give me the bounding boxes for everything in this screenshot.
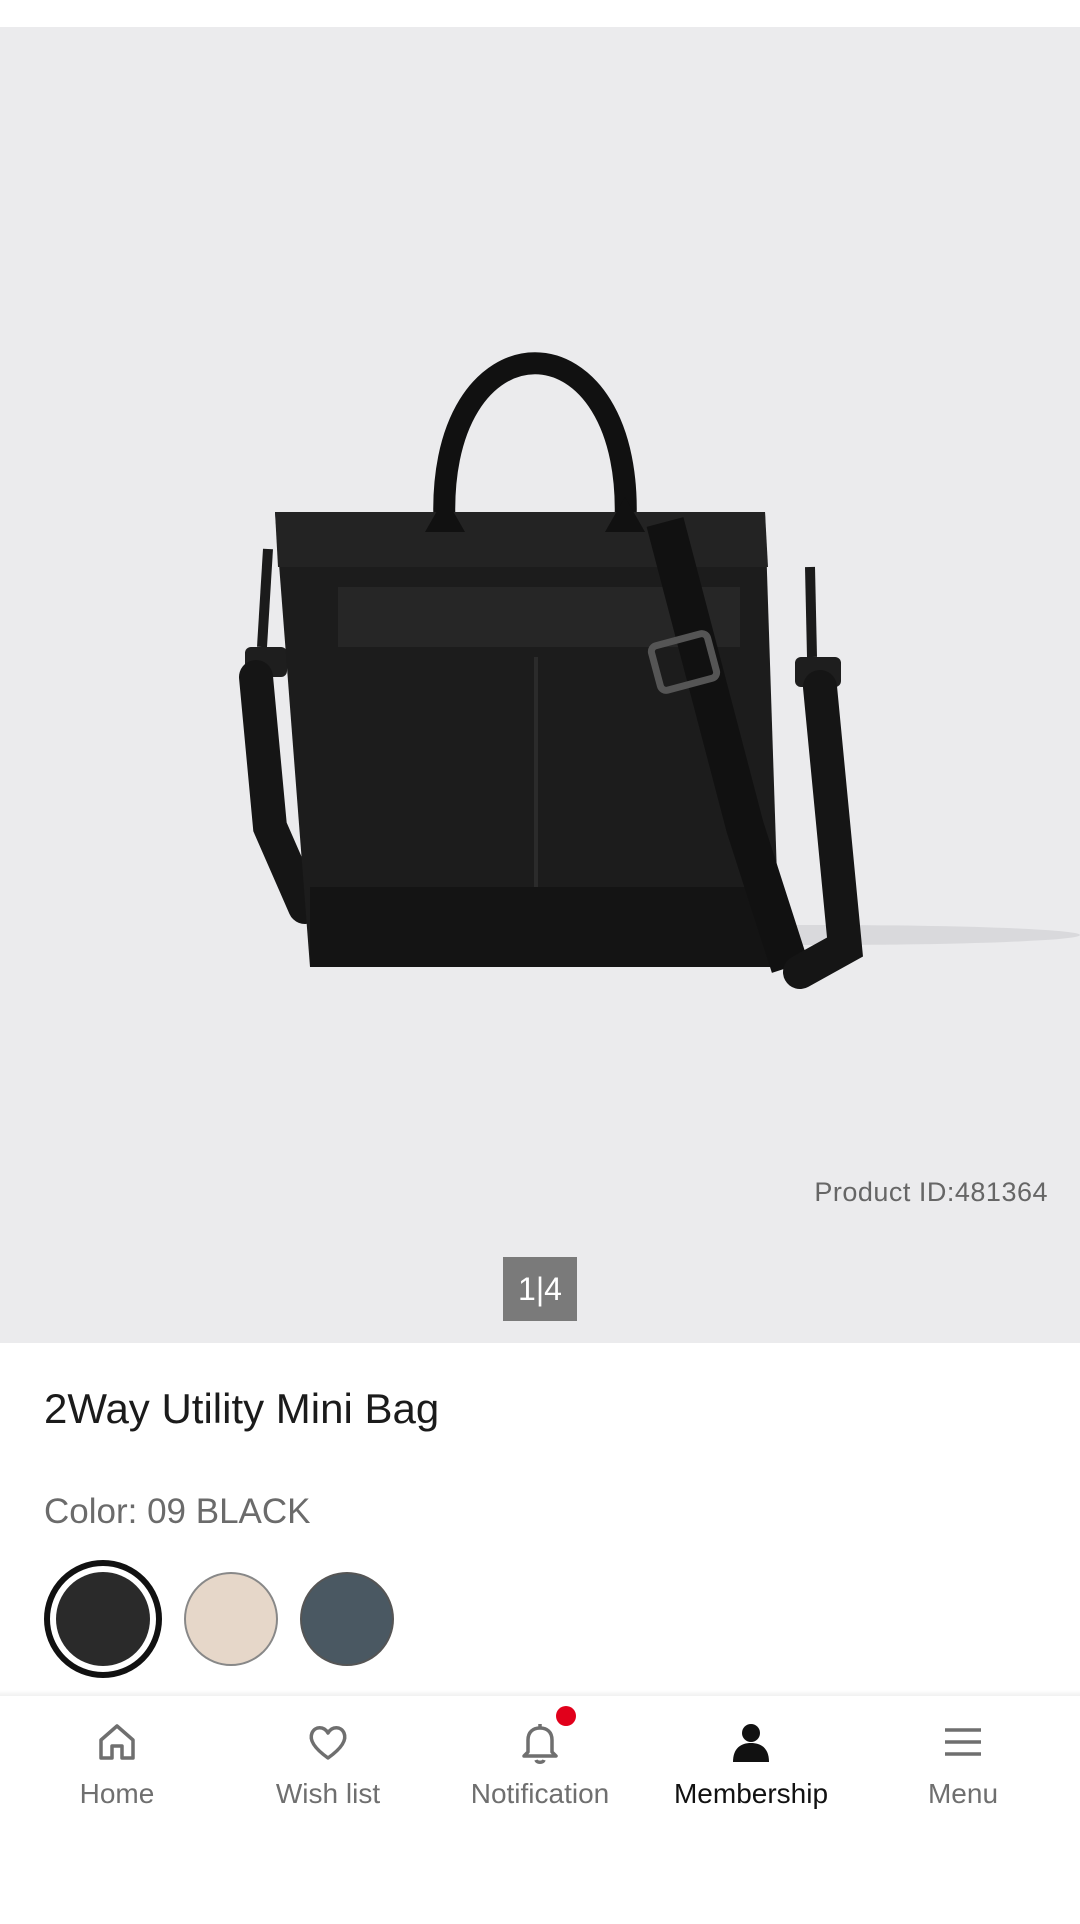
nav-home-label: Home	[79, 1778, 155, 1809]
nav-wish-list-label: Wish list	[275, 1778, 381, 1809]
nav-membership[interactable]: Membership	[651, 1718, 851, 1810]
product-image-carousel[interactable]: Product ID:481364 1|4	[0, 27, 1080, 1343]
color-swatch-list	[44, 1560, 394, 1678]
swatch-beige[interactable]	[184, 1572, 278, 1666]
nav-notification-label: Notification	[470, 1778, 610, 1809]
swatch-slate[interactable]	[300, 1572, 394, 1666]
bag-image	[239, 352, 1080, 989]
swatch-black[interactable]	[44, 1560, 162, 1678]
image-pager-indicator: 1|4	[503, 1257, 577, 1321]
person-icon	[727, 1718, 775, 1766]
nav-home[interactable]: Home	[17, 1718, 217, 1810]
heart-icon	[304, 1718, 352, 1766]
nav-wish-list[interactable]: Wish list	[228, 1718, 428, 1810]
color-label: Color: 09 BLACK	[44, 1492, 311, 1531]
nav-membership-label: Membership	[673, 1778, 829, 1809]
hamburger-icon	[939, 1718, 987, 1766]
notification-badge	[556, 1706, 576, 1726]
bottom-navigation: Home Wish list Notification Membership M…	[0, 1696, 1080, 1924]
nav-notification[interactable]: Notification	[440, 1706, 640, 1810]
home-icon	[93, 1718, 141, 1766]
nav-menu-label: Menu	[927, 1778, 999, 1809]
product-title: 2Way Utility Mini Bag	[44, 1385, 440, 1432]
nav-menu[interactable]: Menu	[863, 1718, 1063, 1810]
product-id-text: Product ID:481364	[814, 1177, 1048, 1207]
bell-icon	[516, 1706, 576, 1766]
product-detail-page: Product ID:481364 1|4 2Way Utility Mini …	[0, 0, 1080, 1924]
